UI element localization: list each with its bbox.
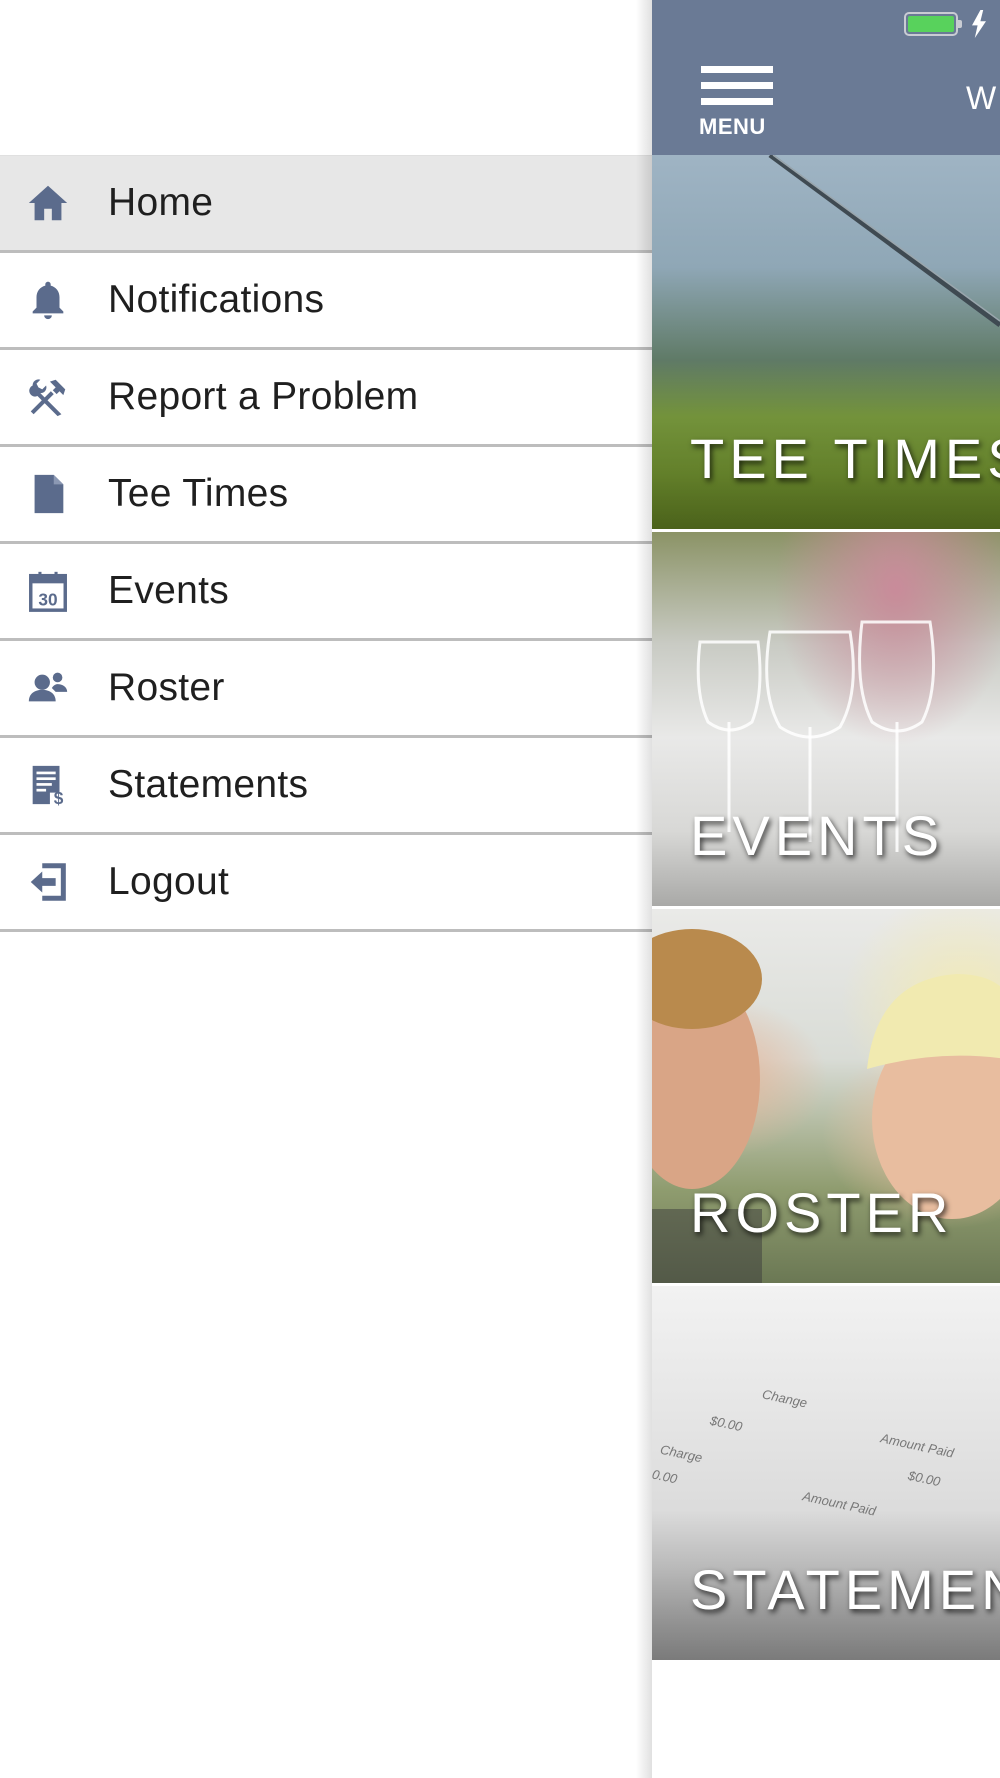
menu-item-home[interactable]: Home	[0, 155, 652, 253]
menu-button[interactable]: MENU	[699, 62, 779, 142]
drawer-menu-list: Home Notifications Report a Problem Tee …	[0, 155, 652, 932]
tile-title: ROSTER	[690, 1181, 954, 1244]
menu-item-events[interactable]: 30 Events	[0, 544, 652, 641]
menu-item-label: Report a Problem	[108, 375, 419, 418]
bell-icon	[24, 276, 72, 324]
tile-roster[interactable]: ROSTER	[652, 909, 1000, 1286]
menu-item-tee-times[interactable]: Tee Times	[0, 447, 652, 544]
menu-item-label: Statements	[108, 763, 309, 806]
calendar-icon: 30	[24, 567, 72, 615]
tile-statements[interactable]: Change $0.00 Amount Paid $0.00 Charge 0.…	[652, 1286, 1000, 1663]
logout-icon	[24, 858, 72, 906]
menu-item-notifications[interactable]: Notifications	[0, 253, 652, 350]
charging-icon	[972, 10, 986, 38]
statement-image-text: $0.00	[708, 1412, 744, 1435]
tile-events[interactable]: EVENTS	[652, 532, 1000, 909]
navigation-drawer: Home Notifications Report a Problem Tee …	[0, 0, 652, 1778]
menu-item-roster[interactable]: Roster	[0, 641, 652, 738]
statement-image-text: Amount Paid	[879, 1430, 956, 1461]
tile-title: STATEMEN	[690, 1558, 1000, 1621]
statement-image-text: Amount Paid	[801, 1488, 878, 1519]
tile-title: EVENTS	[690, 804, 945, 867]
menu-button-label: MENU	[699, 114, 766, 139]
main-content-panel: MENU W TEE TIMES EVENTS ROSTER Change $0…	[636, 0, 1000, 1778]
document-icon	[24, 470, 72, 518]
menu-item-label: Logout	[108, 860, 230, 903]
statement-image-text: 0.00	[652, 1466, 679, 1487]
menu-item-label: Notifications	[108, 278, 325, 321]
drawer-header-space	[0, 0, 652, 155]
svg-text:$: $	[54, 788, 64, 808]
menu-item-statements[interactable]: $ Statements	[0, 738, 652, 835]
tile-tee-times[interactable]: TEE TIMES	[652, 155, 1000, 532]
menu-item-label: Home	[108, 181, 214, 224]
hamburger-icon	[701, 66, 773, 73]
menu-item-label: Roster	[108, 666, 225, 709]
battery-icon	[904, 12, 962, 36]
people-icon	[24, 664, 72, 712]
top-app-bar: MENU W	[652, 0, 1000, 155]
statement-image-text: $0.00	[906, 1467, 942, 1490]
statement-icon: $	[24, 761, 72, 809]
statement-image-text: Change	[760, 1386, 809, 1411]
welcome-text: W	[966, 80, 997, 116]
menu-item-report-a-problem[interactable]: Report a Problem	[0, 350, 652, 447]
home-icon	[24, 179, 72, 227]
tools-icon	[24, 373, 72, 421]
menu-item-label: Tee Times	[108, 472, 289, 515]
statement-image-text: Charge	[658, 1441, 704, 1466]
menu-item-label: Events	[108, 569, 230, 612]
calendar-day-text: 30	[38, 589, 57, 609]
feature-tiles: TEE TIMES EVENTS ROSTER Change $0.00 Amo…	[652, 155, 1000, 1663]
tile-title: TEE TIMES	[690, 427, 1000, 490]
menu-item-logout[interactable]: Logout	[0, 835, 652, 932]
